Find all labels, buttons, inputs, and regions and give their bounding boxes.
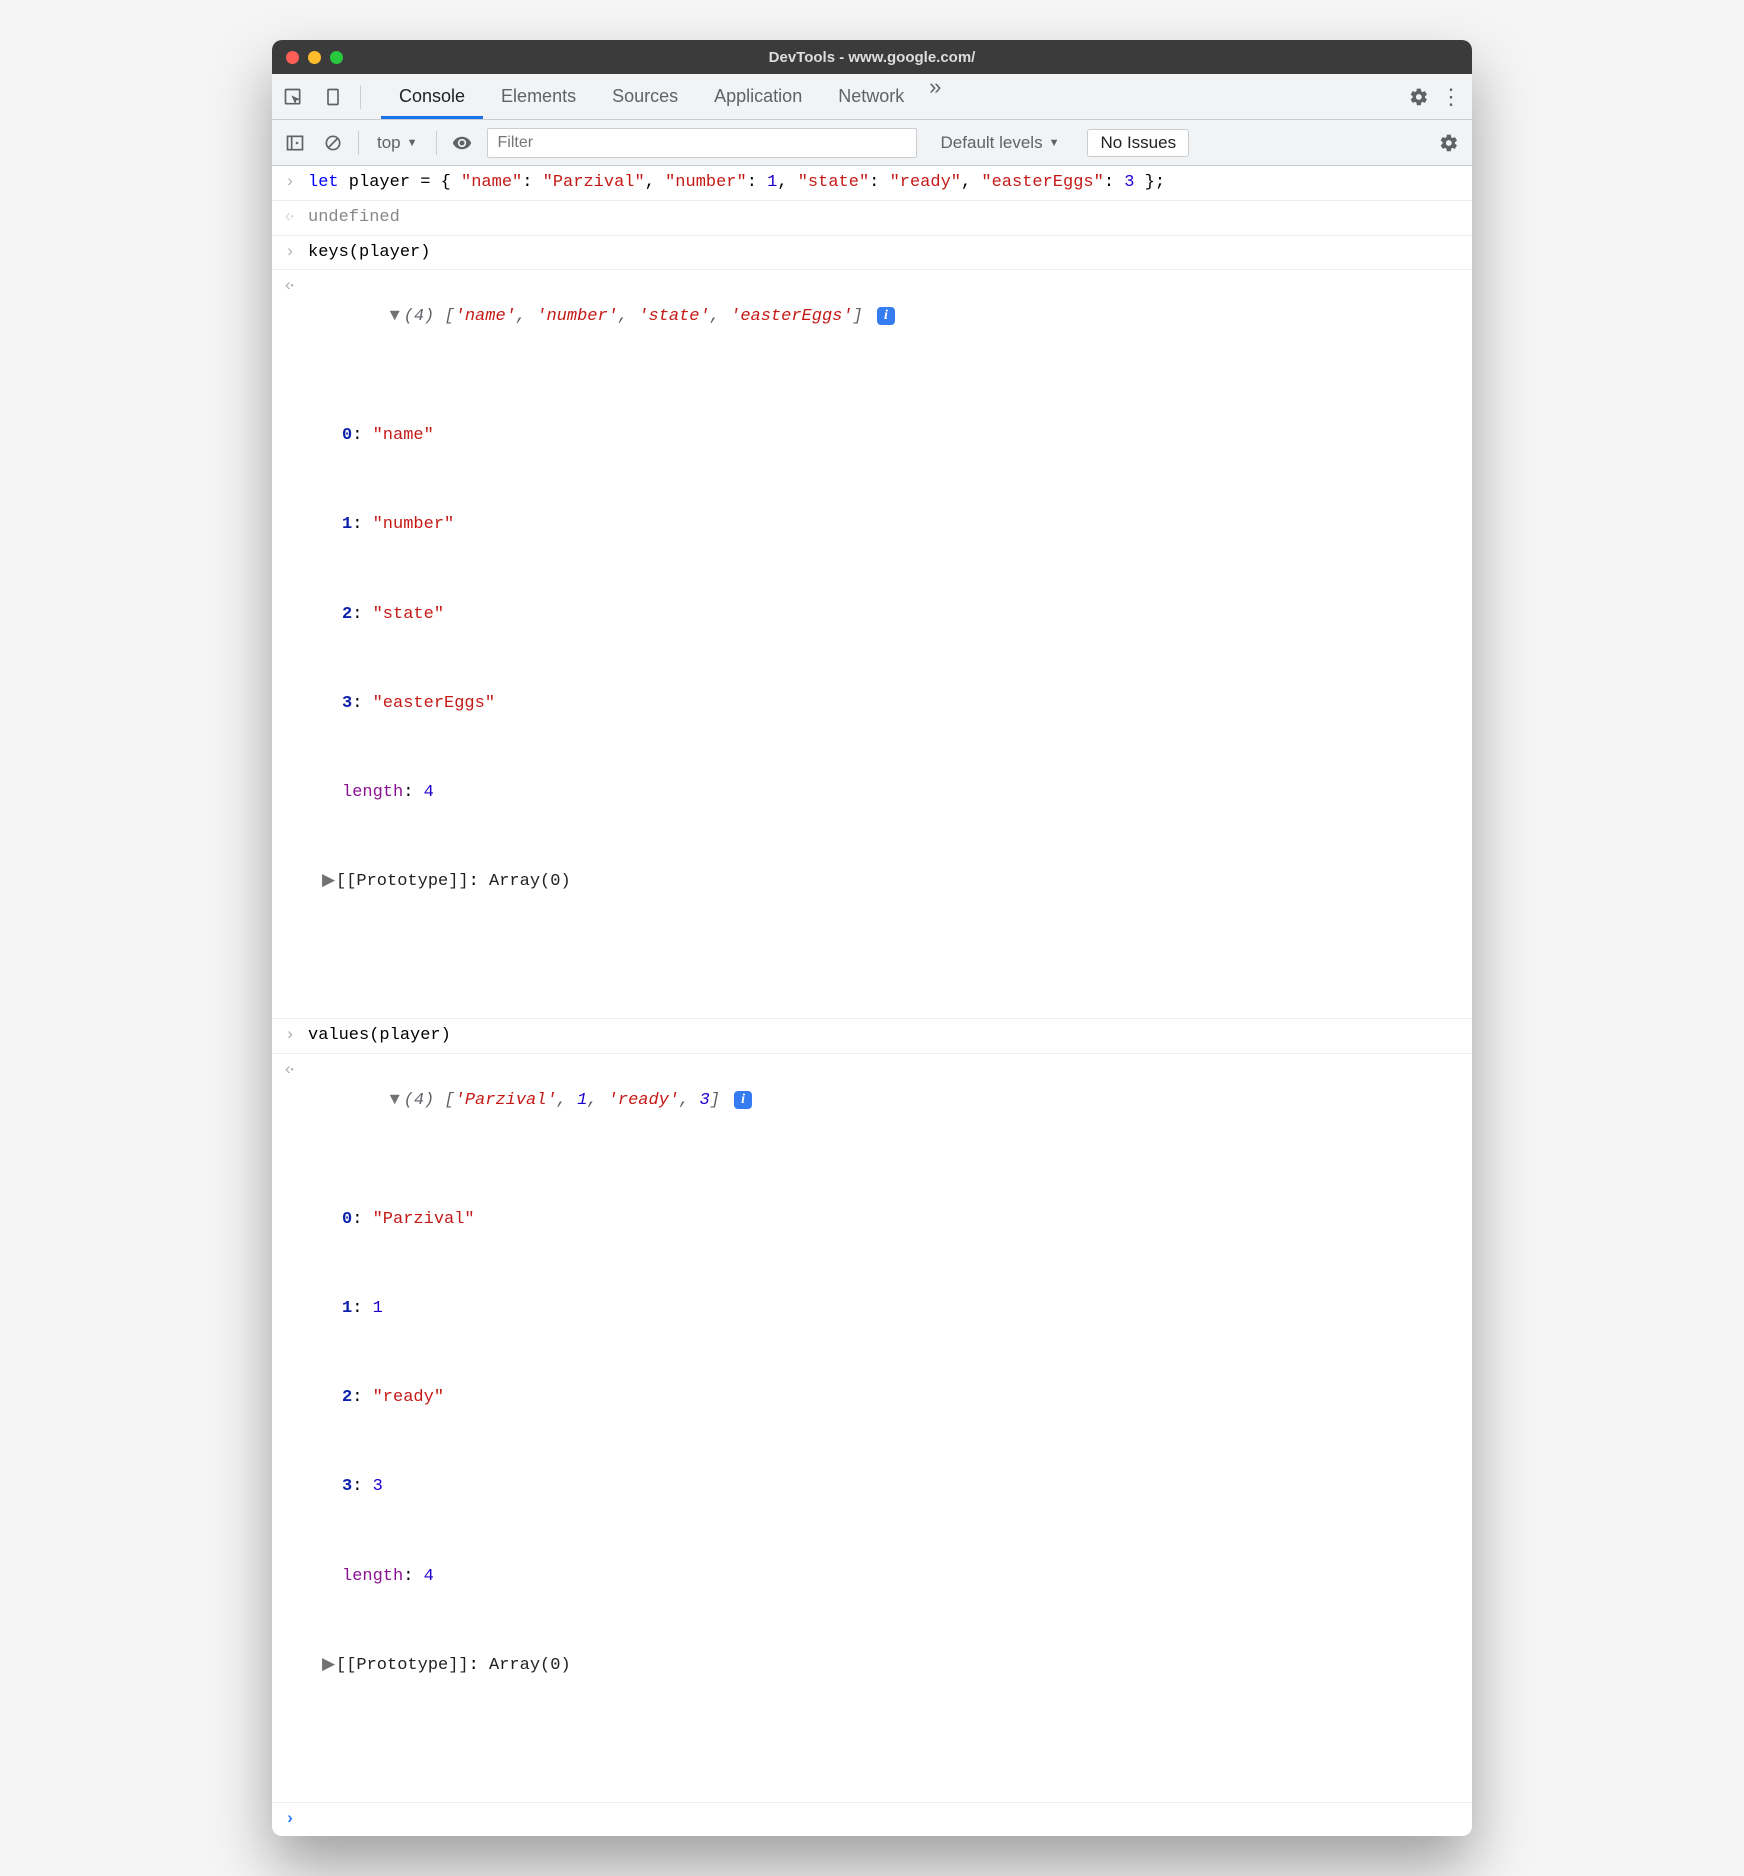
chevron-down-icon: ▼: [1049, 137, 1060, 149]
console-prompt[interactable]: [304, 1805, 1462, 1835]
console-output-line: ▼(4) ['Parzival', 1, 'ready', 3] i 0: "P…: [304, 1056, 1462, 1800]
live-expression-icon[interactable]: [449, 130, 475, 156]
inspect-icon[interactable]: [280, 84, 306, 110]
prompt-marker-icon: [276, 1805, 304, 1835]
clear-console-icon[interactable]: [320, 130, 346, 156]
array-entry: 0: "Parzival": [342, 1205, 1462, 1235]
tab-network[interactable]: Network: [820, 74, 922, 119]
close-icon[interactable]: [286, 51, 299, 64]
array-entry: 2: "ready": [342, 1383, 1462, 1413]
input-marker-icon: [276, 1021, 304, 1051]
prototype-row[interactable]: ▶[[Prototype]]: Array(0): [322, 1651, 1462, 1681]
output-marker-icon: [276, 1056, 304, 1800]
tab-application[interactable]: Application: [696, 74, 820, 119]
array-entry: 3: 3: [342, 1472, 1462, 1502]
console-toolbar: top▼ Default levels▼ No Issues: [272, 120, 1472, 166]
console-output-line: undefined: [304, 203, 1462, 233]
array-entry: 1: 1: [342, 1294, 1462, 1324]
info-badge-icon[interactable]: i: [877, 307, 895, 325]
console-output: let player = { "name": "Parzival", "numb…: [272, 166, 1472, 1836]
disclosure-triangle-icon[interactable]: ▼: [390, 302, 404, 332]
prototype-row[interactable]: ▶[[Prototype]]: Array(0): [322, 867, 1462, 897]
console-settings-gear-icon[interactable]: [1436, 130, 1462, 156]
disclosure-triangle-icon[interactable]: ▼: [390, 1086, 404, 1116]
kebab-menu-icon[interactable]: ⋮: [1438, 84, 1464, 110]
zoom-icon[interactable]: [330, 51, 343, 64]
output-marker-icon: [276, 272, 304, 1016]
chevron-down-icon: ▼: [407, 137, 418, 149]
settings-gear-icon[interactable]: [1406, 84, 1432, 110]
tab-sources[interactable]: Sources: [594, 74, 696, 119]
console-input-line[interactable]: values(player): [304, 1021, 1462, 1051]
more-tabs-icon[interactable]: »: [922, 74, 948, 100]
console-input-line[interactable]: keys(player): [304, 238, 1462, 268]
minimize-icon[interactable]: [308, 51, 321, 64]
console-input-line[interactable]: let player = { "name": "Parzival", "numb…: [304, 168, 1462, 198]
tab-console[interactable]: Console: [381, 74, 483, 119]
titlebar: DevTools - www.google.com/: [272, 40, 1472, 74]
sidebar-toggle-icon[interactable]: [282, 130, 308, 156]
input-marker-icon: [276, 168, 304, 198]
console-output-line: ▼(4) ['name', 'number', 'state', 'easter…: [304, 272, 1462, 1016]
input-marker-icon: [276, 238, 304, 268]
traffic-lights: [286, 51, 343, 64]
issues-button[interactable]: No Issues: [1087, 129, 1189, 157]
device-toggle-icon[interactable]: [320, 84, 346, 110]
array-entry: 0: "name": [342, 421, 1462, 451]
array-entry: 3: "easterEggs": [342, 689, 1462, 719]
context-selector[interactable]: top▼: [371, 133, 424, 153]
array-entry: 1: "number": [342, 510, 1462, 540]
window-title: DevTools - www.google.com/: [272, 49, 1472, 66]
info-badge-icon[interactable]: i: [734, 1091, 752, 1109]
tab-strip: Console Elements Sources Application Net…: [272, 74, 1472, 120]
array-entry: 2: "state": [342, 600, 1462, 630]
filter-input[interactable]: [487, 128, 917, 158]
tab-elements[interactable]: Elements: [483, 74, 594, 119]
array-length: length: 4: [342, 1562, 1462, 1592]
log-levels-selector[interactable]: Default levels▼: [941, 133, 1060, 153]
panel-tabs: Console Elements Sources Application Net…: [381, 74, 948, 119]
array-length: length: 4: [342, 778, 1462, 808]
output-marker-icon: [276, 203, 304, 233]
devtools-window: DevTools - www.google.com/ Console Eleme…: [272, 40, 1472, 1836]
